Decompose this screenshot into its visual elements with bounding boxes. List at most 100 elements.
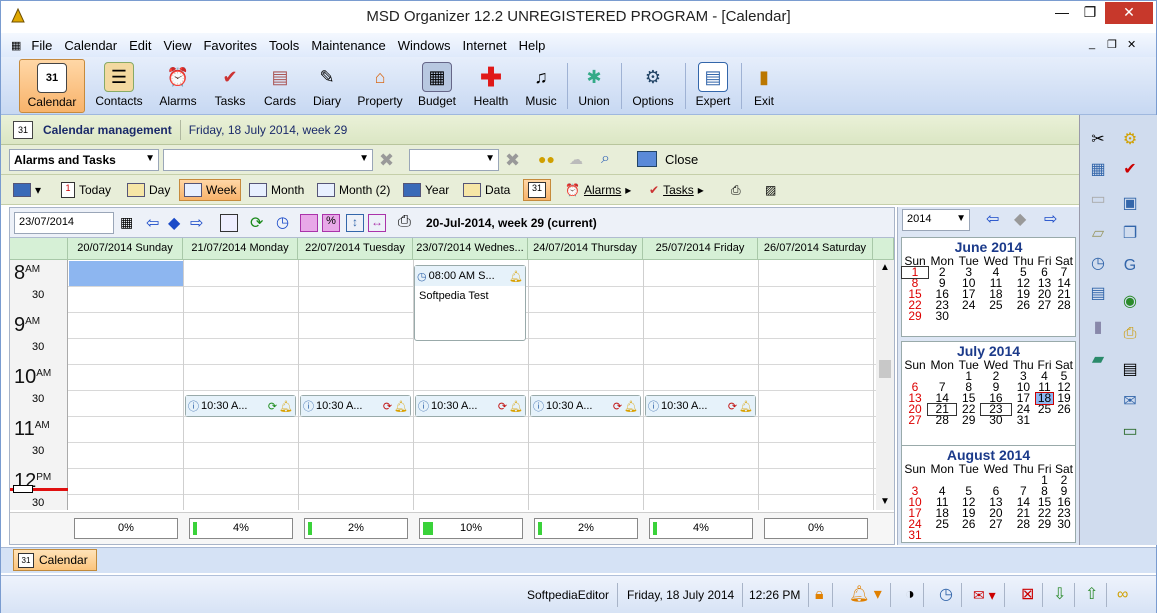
clock-icon[interactable]: ◷ xyxy=(931,583,962,607)
card-icon[interactable]: ▭ xyxy=(1118,421,1142,443)
close-panel-icon[interactable] xyxy=(637,151,657,167)
mini-calendar-day[interactable]: 28 xyxy=(928,414,956,426)
secondary-select[interactable]: ▼ xyxy=(409,149,499,171)
toolbar-cards-button[interactable]: ▤ Cards xyxy=(257,59,303,113)
close-window-button[interactable]: ✕ xyxy=(1105,2,1153,24)
lock-icon[interactable]: 🔒︎ xyxy=(807,583,833,607)
toolbar-exit-button[interactable]: ▮ Exit xyxy=(745,59,783,113)
date-picker-icon[interactable]: ▦ xyxy=(120,214,133,231)
search-icon[interactable]: ⌕ xyxy=(601,150,610,168)
vertical-scrollbar[interactable]: ▲ ▼ xyxy=(876,260,894,510)
mdi-restore-button[interactable]: ❐ xyxy=(1107,38,1117,51)
clear-filter-icon[interactable]: ✖ xyxy=(379,150,394,171)
toolbar-calendar-button[interactable]: 31 Calendar xyxy=(19,59,85,113)
edit-grid-button[interactable]: ▨ xyxy=(761,179,780,201)
next-month-icon[interactable]: ⇨ xyxy=(1044,209,1057,229)
mini-calendar-day[interactable]: 29 xyxy=(902,310,928,322)
menu-maintenance[interactable]: Maintenance xyxy=(305,38,391,53)
mini-calendar-day[interactable]: 29 xyxy=(956,414,981,426)
scanner-icon[interactable]: ▭ xyxy=(1086,189,1110,211)
toolbar-expert-button[interactable]: ▤ Expert xyxy=(689,59,737,113)
save-icon[interactable]: ▣ xyxy=(1118,193,1142,215)
day-header-monday[interactable]: 21/07/2014 Monday xyxy=(183,238,298,260)
day-header-saturday[interactable]: 26/07/2014 Saturday xyxy=(758,238,873,260)
tools-icon[interactable]: ✂ xyxy=(1086,129,1110,151)
mini-calendar-day[interactable]: 24 xyxy=(956,299,981,311)
fit-height-icon[interactable]: ↕ xyxy=(346,214,364,232)
refresh-icon[interactable]: ⟳ xyxy=(250,213,263,233)
mini-calendar-day[interactable]: 26 xyxy=(1011,299,1036,311)
toolbar-diary-button[interactable]: ✎ Diary xyxy=(305,59,349,113)
globe-icon[interactable]: ◉ xyxy=(1118,291,1142,313)
mini-calendar-day[interactable]: 30 xyxy=(928,310,956,322)
mini-calendar-day[interactable]: 31 xyxy=(1011,414,1036,426)
mail-icon[interactable]: ✉ xyxy=(1118,391,1142,413)
recurring-event-tuesday[interactable]: ⓘ 10:30 A... ⟳ 🔔︎ xyxy=(300,395,411,417)
today-diamond-icon[interactable]: ◆ xyxy=(1014,209,1026,229)
toolbar-alarms-button[interactable]: ⏰ Alarms xyxy=(153,59,203,113)
view-data-button[interactable]: Data xyxy=(459,179,514,201)
table-icon[interactable]: ▤ xyxy=(1086,283,1110,305)
mini-calendar-day[interactable]: 25 xyxy=(981,299,1011,311)
disable-icon[interactable]: ⊠ xyxy=(1013,583,1044,607)
copy-icon[interactable]: ❐ xyxy=(1118,223,1142,245)
menu-view[interactable]: View xyxy=(158,38,198,53)
group-icon[interactable]: ●● xyxy=(538,151,555,167)
alarm-bell-icon[interactable]: 🔔︎ ▾ xyxy=(841,583,891,607)
event-softpedia-test[interactable]: ◷ 08:00 AM S... 🔔︎ Softpedia Test xyxy=(414,265,526,341)
calendar-toggle-button[interactable]: 31 xyxy=(523,179,551,201)
toolbar-music-button[interactable]: ♫ Music xyxy=(519,59,563,113)
toolbar-health-button[interactable]: ✚ Health xyxy=(467,59,515,113)
mini-calendar-day[interactable]: 27 xyxy=(981,518,1011,530)
tab-calendar[interactable]: 31 Calendar xyxy=(13,549,97,571)
view-month-button[interactable]: Month xyxy=(245,179,308,201)
date-input[interactable]: 23/07/2014 xyxy=(14,212,114,234)
day-header-sunday[interactable]: 20/07/2014 Sunday xyxy=(68,238,183,260)
grid-icon[interactable]: ▦ xyxy=(1086,159,1110,181)
view-day-button[interactable]: Day xyxy=(123,179,174,201)
close-button[interactable]: Close xyxy=(665,152,698,167)
menu-tools[interactable]: Tools xyxy=(263,38,305,53)
mini-calendar-day[interactable]: 30 xyxy=(981,414,1011,426)
recurring-event-monday[interactable]: ⓘ 10:30 A... ⟳ 🔔︎ xyxy=(185,395,296,417)
percent-icon[interactable]: % xyxy=(322,214,340,232)
mini-calendar-day[interactable]: 25 xyxy=(1036,403,1053,415)
view-month2-button[interactable]: Month (2) xyxy=(313,179,394,201)
mini-calendar-day[interactable]: 27 xyxy=(902,414,928,426)
alarms-menu-button[interactable]: ⏰ Alarms ▸ xyxy=(561,179,635,201)
clock-icon[interactable]: ◷ xyxy=(1086,253,1110,275)
view-year-button[interactable]: Year xyxy=(399,179,453,201)
mini-calendar-day[interactable]: 29 xyxy=(1036,518,1053,530)
mdi-minimize-button[interactable]: _ xyxy=(1089,38,1095,50)
menu-file[interactable]: File xyxy=(25,38,58,53)
prev-month-icon[interactable]: ⇦ xyxy=(986,209,999,229)
menu-internet[interactable]: Internet xyxy=(457,38,513,53)
toolbar-tasks-button[interactable]: ✔ Tasks xyxy=(207,59,253,113)
menu-calendar[interactable]: Calendar xyxy=(58,38,123,53)
mini-calendar-day[interactable]: 27 xyxy=(1036,299,1053,311)
mini-calendar-day[interactable]: 28 xyxy=(1053,299,1075,311)
single-view-icon[interactable] xyxy=(220,214,238,232)
cloud-icon[interactable]: ☁ xyxy=(569,151,583,168)
category-select[interactable]: Alarms and Tasks ▼ xyxy=(9,149,159,171)
next-week-icon[interactable]: ⇨ xyxy=(190,213,203,233)
day-header-tuesday[interactable]: 22/07/2014 Tuesday xyxy=(298,238,413,260)
pages-icon[interactable]: ▤ xyxy=(1118,359,1142,381)
spellcheck-icon[interactable]: ✔ xyxy=(1118,159,1142,181)
recurring-event-friday[interactable]: ⓘ 10:30 A... ⟳ 🔔︎ xyxy=(645,395,756,417)
battery-icon[interactable]: ▮ xyxy=(1086,317,1110,339)
mini-calendar-day[interactable]: 30 xyxy=(1053,518,1075,530)
maximize-button[interactable]: ❐ xyxy=(1077,2,1103,24)
menu-favorites[interactable]: Favorites xyxy=(197,38,262,53)
print-preview-icon[interactable]: ⎙ xyxy=(1118,323,1142,345)
scroll-down-icon[interactable]: ▼ xyxy=(880,496,890,507)
year-select[interactable]: 2014 ▼ xyxy=(902,209,970,231)
menu-edit[interactable]: Edit xyxy=(123,38,157,53)
fit-width-icon[interactable]: ↔ xyxy=(368,214,386,232)
filter-people-icon[interactable] xyxy=(300,214,318,232)
toolbar-budget-button[interactable]: ▦ Budget xyxy=(411,59,463,113)
view-week-button[interactable]: Week xyxy=(179,179,242,201)
scroll-thumb[interactable] xyxy=(879,360,891,378)
toolbar-contacts-button[interactable]: ☰ Contacts xyxy=(89,59,149,113)
clock-icon[interactable]: ◷ xyxy=(276,213,289,231)
